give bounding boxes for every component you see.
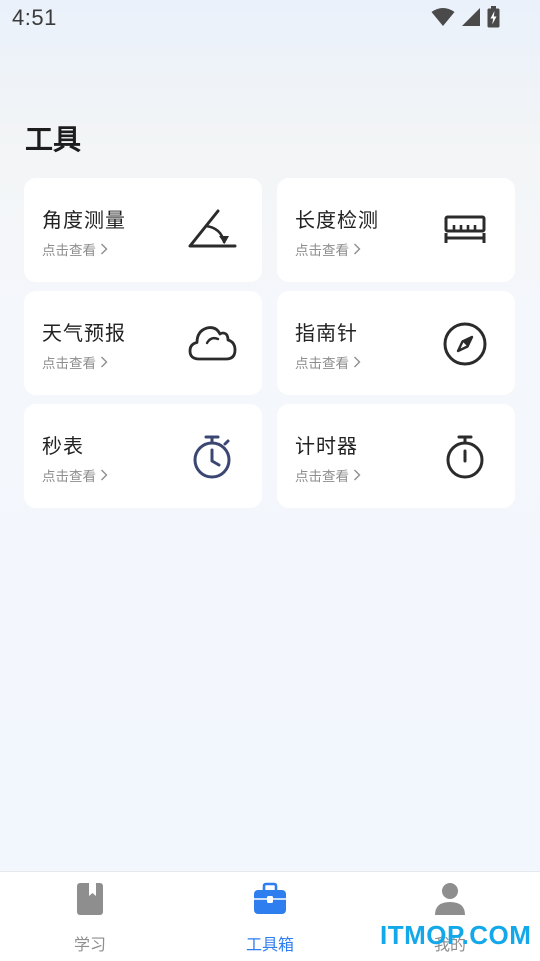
watermark: ITMOP.COM bbox=[380, 920, 532, 950]
tab-toolbox[interactable]: 工具箱 bbox=[210, 872, 330, 961]
page-title: 工具 bbox=[25, 123, 82, 156]
tool-card-title: 计时器 bbox=[295, 434, 358, 458]
tool-card-compass[interactable]: 指南针 点击查看 bbox=[277, 291, 515, 395]
tool-card-stopwatch[interactable]: 秒表 点击查看 bbox=[24, 404, 262, 508]
status-icons bbox=[431, 6, 500, 28]
toolbox-icon bbox=[254, 882, 286, 914]
tool-card-title: 指南针 bbox=[295, 321, 358, 345]
tool-card-view-link[interactable]: 点击查看 bbox=[295, 465, 361, 485]
ruler-icon bbox=[444, 215, 486, 243]
stopwatch-icon bbox=[193, 435, 231, 479]
tool-card-title: 秒表 bbox=[42, 434, 84, 458]
chevron-right-icon bbox=[354, 469, 361, 481]
protractor-angle-icon bbox=[188, 209, 237, 248]
chevron-right-icon bbox=[354, 356, 361, 368]
tool-card-view-link[interactable]: 点击查看 bbox=[42, 352, 108, 372]
tool-card-title: 角度测量 bbox=[42, 208, 126, 232]
tool-card-subtitle: 点击查看 bbox=[42, 356, 96, 372]
tab-label: 学习 bbox=[73, 935, 106, 954]
tool-card-view-link[interactable]: 点击查看 bbox=[42, 239, 108, 259]
compass-icon bbox=[443, 322, 487, 366]
tool-card-view-link[interactable]: 点击查看 bbox=[295, 239, 361, 259]
tool-card-title: 天气预报 bbox=[42, 321, 126, 345]
book-icon bbox=[77, 883, 103, 915]
user-icon bbox=[435, 883, 465, 915]
wifi-icon bbox=[431, 8, 455, 26]
tool-card-length-detect[interactable]: 长度检测 点击查看 bbox=[277, 178, 515, 282]
tool-card-title: 长度检测 bbox=[295, 208, 379, 232]
timer-icon bbox=[446, 435, 484, 479]
chevron-right-icon bbox=[101, 243, 108, 255]
tool-card-weather[interactable]: 天气预报 点击查看 bbox=[24, 291, 262, 395]
tab-study[interactable]: 学习 bbox=[30, 872, 150, 961]
status-bar: 4:51 bbox=[0, 0, 540, 38]
tool-card-view-link[interactable]: 点击查看 bbox=[42, 465, 108, 485]
tab-label: 工具箱 bbox=[245, 935, 294, 954]
chevron-right-icon bbox=[101, 356, 108, 368]
tool-card-timer[interactable]: 计时器 点击查看 bbox=[277, 404, 515, 508]
tool-card-subtitle: 点击查看 bbox=[295, 356, 349, 372]
battery-charging-icon bbox=[487, 6, 500, 28]
tool-card-angle-measure[interactable]: 角度测量 点击查看 bbox=[24, 178, 262, 282]
cellular-signal-icon bbox=[462, 8, 480, 26]
chevron-right-icon bbox=[354, 243, 361, 255]
tool-card-subtitle: 点击查看 bbox=[42, 243, 96, 259]
chevron-right-icon bbox=[101, 469, 108, 481]
cloud-icon bbox=[188, 326, 237, 361]
tool-card-subtitle: 点击查看 bbox=[42, 469, 96, 485]
status-time: 4:51 bbox=[12, 5, 57, 30]
tool-card-subtitle: 点击查看 bbox=[295, 469, 349, 485]
tool-card-subtitle: 点击查看 bbox=[295, 243, 349, 259]
tool-card-view-link[interactable]: 点击查看 bbox=[295, 352, 361, 372]
